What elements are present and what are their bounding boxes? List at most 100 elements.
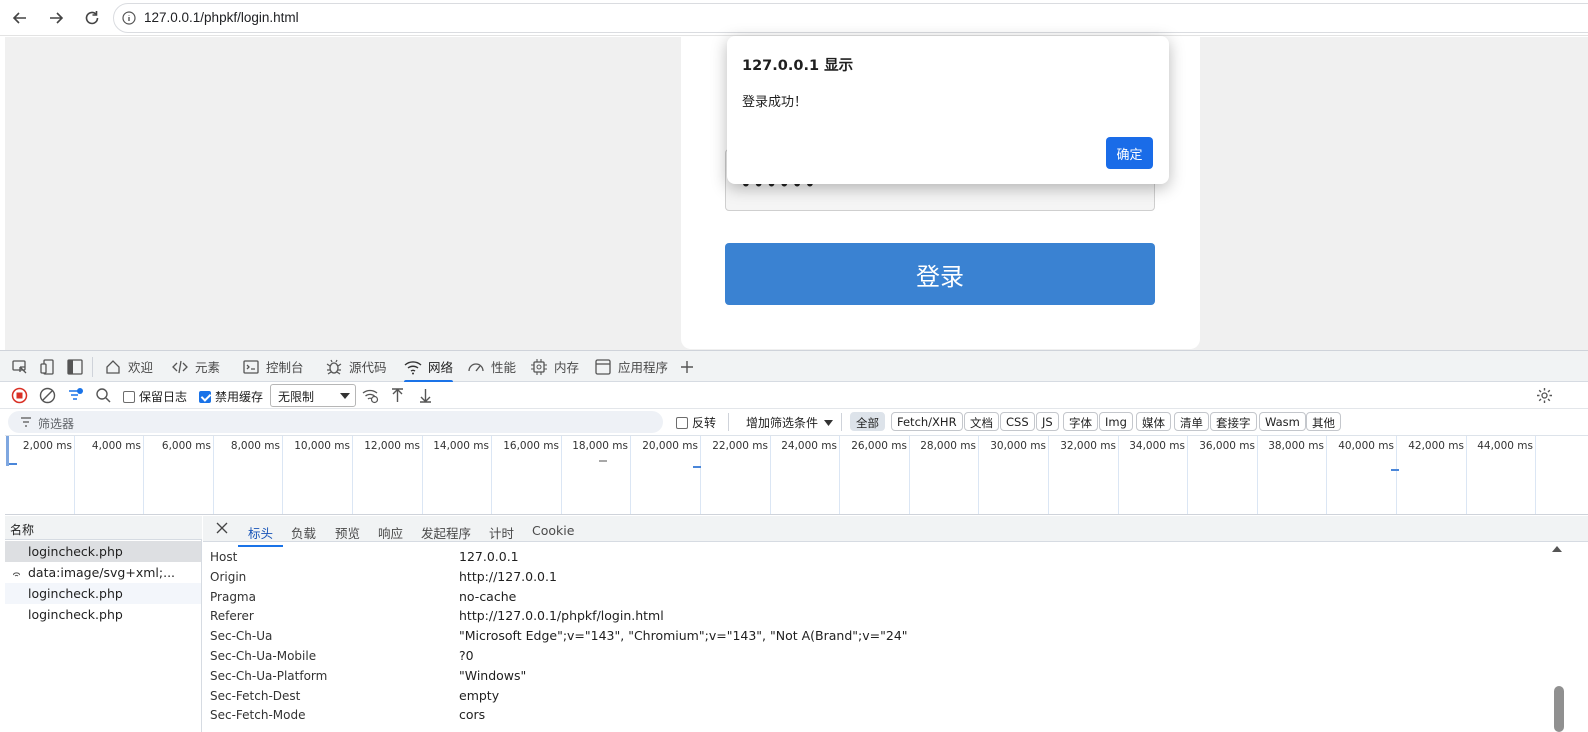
filter-chip[interactable]: JS	[1036, 412, 1059, 431]
detail-tab-payload[interactable]: 负载	[291, 523, 316, 542]
checkbox-label: 反转	[692, 416, 717, 430]
more-tabs-button[interactable]	[678, 351, 696, 382]
gauge-icon	[468, 362, 484, 371]
request-detail-panel: 标头 负载 预览 响应 发起程序 计时 Cookie Host 127.0.0.1…	[203, 516, 1588, 732]
throttling-select[interactable]: 无限制	[270, 384, 356, 407]
preserve-log-checkbox[interactable]: 保留日志	[123, 388, 187, 405]
settings-gear-icon[interactable]	[1536, 387, 1553, 404]
tab-application[interactable]: 应用程序	[594, 351, 668, 382]
clear-icon[interactable]	[39, 387, 56, 404]
header-row: Sec-Ch-Ua-Platform "Windows"	[203, 666, 1543, 686]
header-key: Pragma	[210, 589, 256, 604]
header-value: ?0	[459, 648, 474, 663]
filter-chip[interactable]: CSS	[1000, 412, 1035, 431]
close-icon[interactable]	[215, 521, 229, 535]
invert-checkbox[interactable]: 反转	[676, 414, 716, 431]
reload-button[interactable]	[80, 6, 104, 30]
browser-toolbar: 127.0.0.1/phpkf/login.html	[0, 0, 1588, 36]
filter-chip[interactable]: 清单	[1174, 412, 1209, 431]
detail-tab-cookie[interactable]: Cookie	[532, 523, 574, 538]
tab-console[interactable]: 控制台	[242, 351, 304, 382]
request-row[interactable]: logincheck.php	[5, 583, 201, 604]
filter-chip[interactable]: Wasm	[1259, 412, 1306, 431]
throttling-value: 无限制	[278, 390, 315, 404]
filter-chip[interactable]: Fetch/XHR	[891, 412, 963, 431]
header-value: http://127.0.0.1/phpkf/login.html	[459, 608, 664, 624]
disable-cache-checkbox[interactable]: 禁用缓存	[199, 388, 263, 405]
filter-chip[interactable]: Img	[1099, 412, 1133, 431]
scroll-up-arrow-icon[interactable]	[1552, 546, 1562, 552]
request-bar	[599, 460, 607, 462]
timeline-gridline	[5, 436, 1588, 514]
detail-tab-initiator[interactable]: 发起程序	[421, 523, 471, 542]
more-filters-label: 增加筛选条件	[746, 416, 819, 430]
network-conditions-icon[interactable]	[362, 387, 379, 404]
url-text[interactable]: 127.0.0.1/phpkf/login.html	[144, 10, 299, 25]
checkbox-checked[interactable]	[199, 390, 211, 403]
tab-performance[interactable]: 性能	[467, 351, 516, 382]
back-button[interactable]	[8, 6, 32, 30]
filter-chip[interactable]: 其他	[1306, 412, 1341, 431]
tab-label: 源代码	[349, 360, 387, 375]
header-key: Sec-Fetch-Mode	[210, 708, 306, 723]
device-toolbar-icon[interactable]	[39, 358, 57, 376]
chip-icon	[531, 358, 547, 375]
forward-button[interactable]	[44, 6, 68, 30]
svg-resource-icon	[13, 572, 20, 577]
inspect-element-icon[interactable]	[11, 358, 29, 376]
header-value: no-cache	[459, 588, 517, 604]
export-har-icon[interactable]	[417, 387, 434, 404]
checkbox-label: 禁用缓存	[215, 390, 264, 404]
scrollbar-thumb[interactable]	[1554, 686, 1564, 732]
caret-down-icon	[824, 419, 834, 426]
request-row[interactable]: logincheck.php	[5, 541, 201, 562]
filter-chip[interactable]: 文档	[964, 412, 999, 431]
import-har-icon[interactable]	[389, 387, 406, 404]
tab-memory[interactable]: 内存	[530, 351, 579, 382]
detail-tab-preview[interactable]: 预览	[335, 523, 360, 542]
detail-tab-timing[interactable]: 计时	[489, 523, 514, 542]
filter-chip[interactable]: 字体	[1063, 412, 1098, 431]
header-key: Origin	[210, 569, 247, 584]
tab-welcome[interactable]: 欢迎	[104, 351, 153, 382]
filter-chip[interactable]: 全部	[850, 412, 885, 431]
header-row: Sec-Fetch-Dest empty	[203, 686, 1543, 706]
address-bar[interactable]: 127.0.0.1/phpkf/login.html	[113, 3, 1588, 33]
filter-toggle-icon[interactable]	[67, 387, 84, 404]
tab-sources[interactable]: 源代码	[325, 351, 387, 382]
dropdown-arrow-icon	[340, 393, 350, 399]
checkbox[interactable]	[123, 390, 135, 403]
header-key: Sec-Ch-Ua	[210, 629, 273, 644]
tab-separator	[92, 357, 93, 377]
header-row: Sec-Ch-Ua-Mobile ?0	[203, 646, 1543, 666]
request-row[interactable]: logincheck.php	[5, 604, 201, 625]
dock-side-icon[interactable]	[66, 358, 84, 376]
tab-elements[interactable]: 元素	[171, 351, 220, 382]
request-row[interactable]: data:image/svg+xml;...	[5, 562, 201, 583]
devtools-panel: 欢迎 元素 控制台 源代码 网络 性能 内存 应用程序 保留日志 禁用缓存 无限…	[0, 350, 1588, 732]
detail-tab-response[interactable]: 响应	[378, 523, 403, 542]
header-value: "Microsoft Edge";v="143", "Chromium";v="…	[459, 628, 908, 644]
request-bar	[9, 463, 17, 465]
bug-icon	[326, 359, 342, 374]
search-icon[interactable]	[95, 387, 112, 404]
alert-message: 登录成功！	[742, 95, 808, 110]
more-filters-dropdown[interactable]: 增加筛选条件	[746, 414, 834, 431]
header-key: Referer	[210, 609, 254, 624]
filter-chip[interactable]: 媒体	[1136, 412, 1171, 431]
arrow-left-icon	[12, 12, 26, 24]
filter-chip[interactable]: 套接字	[1210, 412, 1257, 431]
filter-input[interactable]: 筛选器	[8, 411, 663, 433]
request-bar	[1391, 469, 1399, 471]
console-icon	[243, 359, 259, 374]
name-column-header[interactable]: 名称	[5, 516, 202, 540]
alert-ok-button[interactable]: 确定	[1106, 137, 1153, 169]
login-button[interactable]: 登录	[725, 243, 1155, 305]
wifi-icon	[404, 360, 422, 374]
record-stop-icon[interactable]	[11, 387, 28, 404]
detail-tab-headers[interactable]: 标头	[237, 523, 284, 547]
checkbox[interactable]	[676, 416, 688, 429]
info-icon[interactable]	[122, 11, 136, 25]
tab-network[interactable]: 网络	[404, 351, 454, 383]
timeline-cursor	[6, 436, 9, 466]
